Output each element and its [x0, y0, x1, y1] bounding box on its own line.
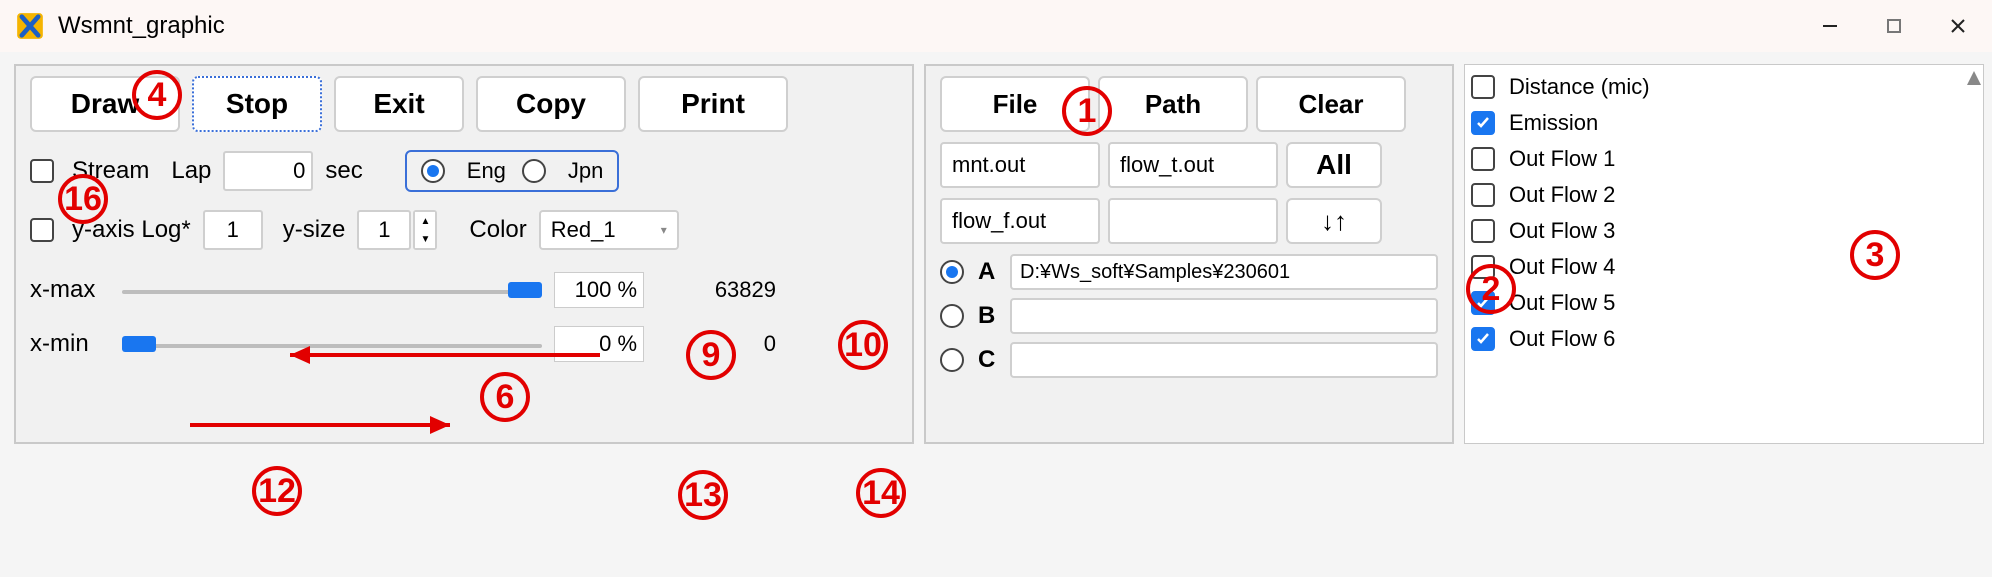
lap-label: Lap: [171, 157, 211, 185]
color-label: Color: [469, 216, 526, 244]
option-label: Out Flow 3: [1509, 218, 1615, 244]
path-b-label: B: [978, 302, 1002, 330]
option-row: Out Flow 6: [1471, 321, 1977, 357]
app-icon: [14, 10, 46, 42]
option-label: Out Flow 4: [1509, 254, 1615, 280]
option-row: Emission: [1471, 105, 1977, 141]
chevron-down-icon: ▾: [661, 223, 667, 237]
annotation-12: 12: [252, 466, 302, 516]
sort-button[interactable]: ↓↑: [1286, 198, 1382, 244]
option-label: Distance (mic): [1509, 74, 1650, 100]
option-checkbox[interactable]: [1471, 291, 1495, 315]
option-row: Out Flow 5: [1471, 285, 1977, 321]
option-checkbox[interactable]: [1471, 75, 1495, 99]
path-c-label: C: [978, 346, 1002, 374]
path-a-field[interactable]: D:¥Ws_soft¥Samples¥230601: [1010, 254, 1438, 290]
xmin-label: x-min: [30, 330, 110, 358]
path-button[interactable]: Path: [1098, 76, 1248, 132]
lang-eng-radio[interactable]: [421, 159, 445, 183]
option-label: Out Flow 5: [1509, 290, 1615, 316]
language-box: Eng Jpn: [405, 150, 620, 192]
right-panel: Distance (mic) Emission Out Flow 1 Out Flow…: [1464, 64, 1984, 444]
minimize-button[interactable]: [1798, 0, 1862, 52]
clear-button[interactable]: Clear: [1256, 76, 1406, 132]
option-checkbox[interactable]: [1471, 111, 1495, 135]
option-checkbox[interactable]: [1471, 255, 1495, 279]
lang-eng-label: Eng: [467, 158, 506, 184]
path-b-radio[interactable]: [940, 304, 964, 328]
close-button[interactable]: [1926, 0, 1990, 52]
stop-button[interactable]: Stop: [192, 76, 322, 132]
stream-checkbox[interactable]: [30, 159, 54, 183]
yaxis-log-value[interactable]: [203, 210, 263, 250]
copy-button[interactable]: Copy: [476, 76, 626, 132]
xmax-value: 63829: [656, 277, 776, 303]
sec-label: sec: [325, 157, 362, 185]
lang-jpn-radio[interactable]: [522, 159, 546, 183]
all-button[interactable]: All: [1286, 142, 1382, 188]
left-panel: Draw Stop Exit Copy Print Stream Lap sec…: [14, 64, 914, 444]
annotation-14: 14: [856, 468, 906, 518]
file-button[interactable]: File: [940, 76, 1090, 132]
xmin-slider[interactable]: [122, 332, 542, 356]
stream-label: Stream: [72, 157, 149, 185]
path-a-label: A: [978, 258, 1002, 286]
titlebar: Wsmnt_graphic: [0, 0, 1992, 52]
chevron-down-icon[interactable]: ▼: [415, 230, 435, 248]
xmin-value: 0: [656, 331, 776, 357]
option-checkbox[interactable]: [1471, 327, 1495, 351]
xmin-percent: 0 %: [554, 326, 644, 362]
option-row: Distance (mic): [1471, 69, 1977, 105]
option-label: Out Flow 6: [1509, 326, 1615, 352]
window-title: Wsmnt_graphic: [58, 12, 225, 40]
exit-button[interactable]: Exit: [334, 76, 464, 132]
chevron-up-icon[interactable]: ▲: [415, 212, 435, 230]
yaxis-log-checkbox[interactable]: [30, 218, 54, 242]
file-flowt[interactable]: flow_t.out: [1108, 142, 1278, 188]
option-row: Out Flow 3: [1471, 213, 1977, 249]
file-flowf[interactable]: flow_f.out: [940, 198, 1100, 244]
option-row: Out Flow 1: [1471, 141, 1977, 177]
xmax-percent: 100 %: [554, 272, 644, 308]
xmax-slider[interactable]: [122, 278, 542, 302]
draw-button[interactable]: Draw: [30, 76, 180, 132]
path-c-radio[interactable]: [940, 348, 964, 372]
path-b-field[interactable]: [1010, 298, 1438, 334]
ysize-value[interactable]: [357, 210, 411, 250]
option-label: Emission: [1509, 110, 1598, 136]
option-label: Out Flow 2: [1509, 182, 1615, 208]
annotation-13: 13: [678, 470, 728, 520]
maximize-button[interactable]: [1862, 0, 1926, 52]
color-select[interactable]: Red_1 ▾: [539, 210, 679, 250]
color-value: Red_1: [551, 217, 616, 243]
xmax-label: x-max: [30, 276, 110, 304]
file-blank[interactable]: [1108, 198, 1278, 244]
file-mnt[interactable]: mnt.out: [940, 142, 1100, 188]
lap-value[interactable]: [223, 151, 313, 191]
option-checkbox[interactable]: [1471, 183, 1495, 207]
lang-jpn-label: Jpn: [568, 158, 603, 184]
option-row: Out Flow 4: [1471, 249, 1977, 285]
option-label: Out Flow 1: [1509, 146, 1615, 172]
option-checkbox[interactable]: [1471, 147, 1495, 171]
print-button[interactable]: Print: [638, 76, 788, 132]
option-checkbox[interactable]: [1471, 219, 1495, 243]
ysize-spinner[interactable]: ▲ ▼: [413, 210, 437, 250]
option-row: Out Flow 2: [1471, 177, 1977, 213]
path-c-field[interactable]: [1010, 342, 1438, 378]
mid-panel: File Path Clear mnt.out flow_t.out All f…: [924, 64, 1454, 444]
yaxis-log-label: y-axis Log*: [72, 216, 191, 244]
ysize-label: y-size: [283, 216, 346, 244]
path-a-radio[interactable]: [940, 260, 964, 284]
